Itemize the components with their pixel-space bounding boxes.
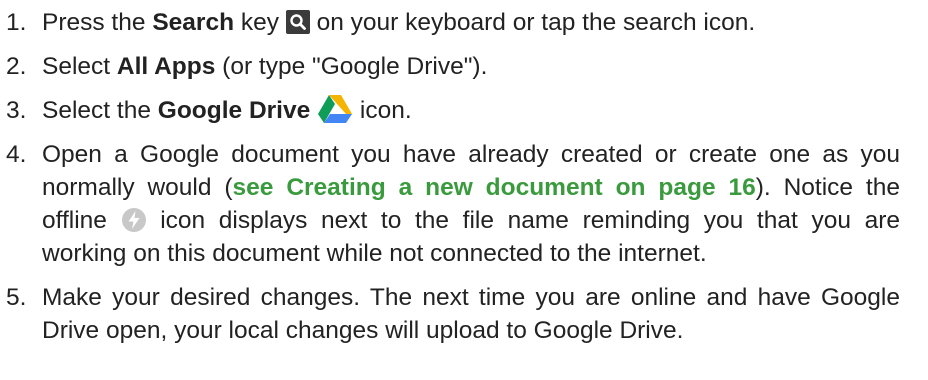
search-key-label: Search bbox=[152, 9, 235, 36]
step-text: icon. bbox=[353, 97, 412, 124]
step-text: (or type "Google Drive"). bbox=[215, 53, 488, 80]
step-text: Press the bbox=[42, 9, 153, 36]
step-number: 5. bbox=[6, 284, 27, 311]
instruction-document: 1. Press the Search key on your keyboard… bbox=[0, 0, 928, 380]
offline-icon bbox=[121, 207, 147, 233]
google-drive-icon bbox=[317, 94, 353, 124]
step-2: 2. Select All Apps (or type "Google Driv… bbox=[6, 50, 900, 83]
step-text: Make your desired changes. The next time… bbox=[42, 284, 900, 344]
step-number: 3. bbox=[6, 97, 27, 124]
page-reference-link[interactable]: see Creating a new document on page 16 bbox=[233, 174, 756, 201]
step-text: on your keyboard or tap the search icon. bbox=[309, 9, 756, 36]
step-4: 4. Open a Google document you have alrea… bbox=[6, 138, 900, 270]
step-1: 1. Press the Search key on your keyboard… bbox=[6, 6, 900, 39]
google-drive-label: Google Drive bbox=[157, 97, 311, 124]
steps-list: 1. Press the Search key on your keyboard… bbox=[6, 6, 900, 347]
all-apps-label: All Apps bbox=[116, 53, 216, 80]
step-number: 4. bbox=[6, 141, 27, 168]
step-5: 5. Make your desired changes. The next t… bbox=[6, 281, 900, 347]
step-text: icon displays next to the file name remi… bbox=[42, 207, 900, 267]
step-number: 2. bbox=[6, 53, 27, 80]
step-text: key bbox=[234, 9, 286, 36]
step-number: 1. bbox=[6, 9, 27, 36]
step-3: 3. Select the Google Drive icon. bbox=[6, 94, 900, 127]
step-text: Select bbox=[42, 53, 117, 80]
step-text: Select the bbox=[42, 97, 158, 124]
search-key-icon bbox=[285, 10, 310, 34]
